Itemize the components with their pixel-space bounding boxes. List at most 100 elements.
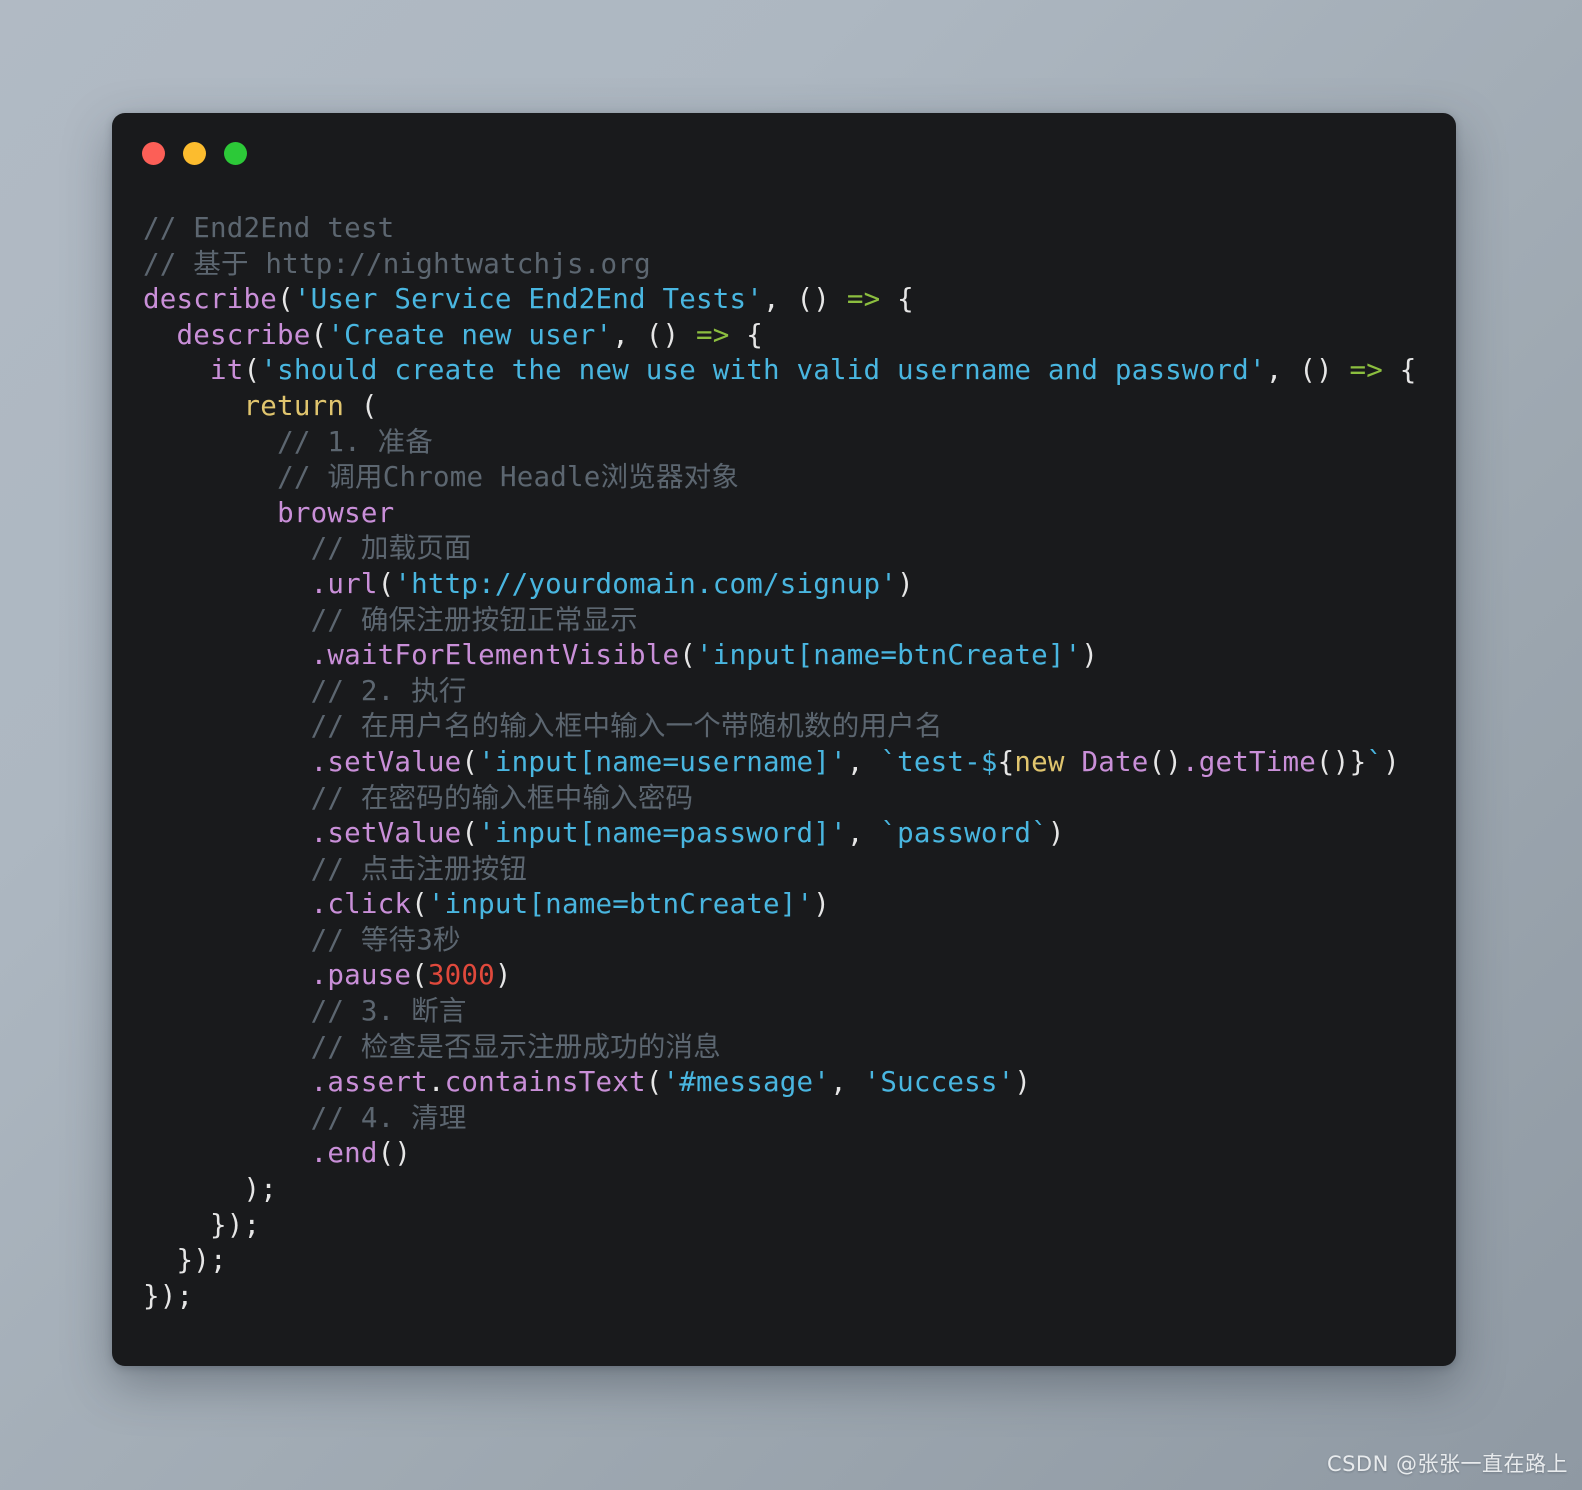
code-line: .end(): [143, 1136, 1448, 1172]
code-editor-content[interactable]: // End2End test// 基于 http://nightwatchjs…: [143, 211, 1448, 1366]
code-token-str: 'input[name=btnCreate]': [427, 888, 814, 921]
code-line: // 检查是否显示注册成功的消息: [143, 1030, 1448, 1066]
code-token-pun: });: [143, 1279, 194, 1312]
code-token-pun: ,: [830, 1066, 864, 1099]
code-token-pun: (: [411, 959, 428, 992]
code-token-pun: {: [880, 283, 914, 316]
code-token-arw: =>: [696, 318, 730, 351]
code-token-cmt: // 在密码的输入框中输入密码: [310, 781, 694, 814]
code-line: // 确保注册按钮正常显示: [143, 603, 1448, 639]
code-token-pun: [143, 888, 311, 920]
code-line: // 4. 清理: [143, 1101, 1448, 1137]
code-line: // 调用Chrome Headle浏览器对象: [143, 460, 1448, 496]
code-token-pun: [143, 497, 277, 529]
code-token-fn: .setValue: [310, 745, 462, 778]
code-token-pun: [143, 568, 311, 600]
code-token-fn: describe: [143, 283, 278, 316]
code-token-str: `test-$: [880, 745, 998, 778]
code-token-str: 'should create the new use with valid us…: [260, 354, 1266, 387]
code-token-pun: [143, 1066, 311, 1098]
code-token-pun: (: [461, 817, 479, 850]
code-token-pun: {: [1383, 354, 1417, 387]
code-token-pun: [143, 532, 311, 564]
minimize-button[interactable]: [183, 142, 206, 165]
code-token-pun: [143, 354, 210, 386]
code-token-str: 'input[name=btnCreate]': [696, 639, 1082, 672]
code-token-pun: [143, 604, 311, 636]
code-token-fn: containsText: [444, 1066, 646, 1099]
code-token-pun: ): [494, 959, 512, 992]
code-token-fn: .getTime: [1181, 745, 1317, 778]
code-token-str: 'Success': [863, 1066, 1015, 1099]
code-token-cmt: // 调用Chrome Headle浏览器对象: [277, 461, 740, 494]
code-token-str: 'input[name=username]': [478, 745, 847, 778]
code-line: // 3. 断言: [143, 994, 1448, 1030]
window-controls: [142, 142, 247, 165]
code-line: .assert.containsText('#message', 'Succes…: [143, 1065, 1448, 1101]
code-token-str: `password`: [880, 817, 1048, 850]
code-token-fn: .setValue: [310, 817, 462, 850]
code-token-pun: });: [143, 1244, 227, 1277]
code-token-pun: [143, 959, 311, 991]
code-token-pun: (: [344, 389, 378, 422]
code-token-pun: [143, 461, 277, 493]
code-token-str: 'Create new user': [327, 318, 613, 351]
code-token-str: `: [1366, 745, 1384, 778]
close-button[interactable]: [142, 142, 165, 165]
code-token-pun: [143, 710, 311, 742]
maximize-button[interactable]: [224, 142, 247, 165]
code-token-cmt: // 检查是否显示注册成功的消息: [310, 1030, 721, 1063]
code-token-kw: new: [1014, 745, 1065, 778]
code-token-cmt: // 基于 http://nightwatchjs.org: [143, 247, 651, 280]
code-line: describe('User Service End2End Tests', (…: [143, 282, 1448, 318]
code-token-cmt: // 2. 执行: [310, 674, 467, 707]
code-token-pun: [143, 1031, 311, 1063]
code-token-fn: .pause: [310, 959, 412, 992]
code-token-pun: (: [310, 318, 328, 351]
code-token-pun: ,: [846, 817, 881, 850]
code-window: // End2End test// 基于 http://nightwatchjs…: [112, 113, 1456, 1366]
code-token-pun: [143, 1102, 311, 1134]
code-token-str: 'http://yourdomain.com/signup': [394, 567, 898, 600]
code-line: return (: [143, 389, 1448, 425]
code-line: browser: [143, 496, 1448, 532]
code-token-fn: .url: [310, 567, 378, 600]
code-token-pun: ): [1383, 745, 1400, 778]
code-token-pun: , (): [612, 318, 696, 351]
code-line: // 在用户名的输入框中输入一个带随机数的用户名: [143, 709, 1448, 745]
code-line: .url('http://yourdomain.com/signup'): [143, 567, 1448, 603]
code-line: .setValue('input[name=password]', `passw…: [143, 816, 1448, 852]
code-token-cmt: // 等待3秒: [310, 923, 461, 956]
code-token-fn: it: [210, 354, 244, 387]
code-line: // 在密码的输入框中输入密码: [143, 781, 1448, 817]
code-token-pun: [143, 995, 311, 1027]
code-line: describe('Create new user', () => {: [143, 318, 1448, 354]
code-token-pun: );: [143, 1173, 278, 1206]
code-token-pun: (): [377, 1137, 412, 1170]
code-token-kw: return: [243, 389, 345, 422]
code-token-pun: [143, 390, 244, 422]
code-token-pun: (): [1316, 745, 1350, 778]
code-line: // 加载页面: [143, 531, 1448, 567]
code-token-fn: Date: [1081, 745, 1149, 778]
code-token-fn: .waitForElementVisible: [310, 639, 680, 672]
code-token-pun: , (): [1265, 354, 1350, 387]
code-token-cmt: // 在用户名的输入框中输入一个带随机数的用户名: [310, 710, 943, 743]
code-token-fn: browser: [277, 496, 395, 529]
code-line: .click('input[name=btnCreate]'): [143, 887, 1448, 923]
code-line: );: [143, 1172, 1448, 1208]
code-token-pun: [143, 817, 311, 849]
code-token-pun: (: [645, 1066, 663, 1099]
code-token-cmt: // 3. 断言: [310, 995, 467, 1028]
code-line: });: [143, 1243, 1448, 1279]
code-token-cmt: // 1. 准备: [277, 425, 434, 458]
code-token-pun: (: [243, 354, 261, 387]
code-token-pun: .: [427, 1066, 445, 1099]
code-token-pun: {: [729, 318, 764, 351]
code-line: // End2End test: [143, 211, 1448, 247]
code-token-pun: [1065, 746, 1082, 778]
code-token-fn: .end: [310, 1137, 378, 1170]
code-line: // 1. 准备: [143, 425, 1448, 461]
code-line: // 等待3秒: [143, 923, 1448, 959]
code-line: // 2. 执行: [143, 674, 1448, 710]
